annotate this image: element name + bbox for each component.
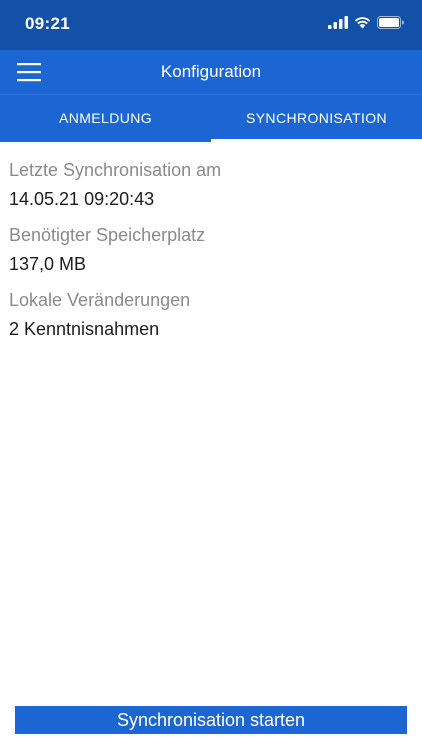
tab-anmeldung[interactable]: ANMELDUNG [0,95,211,142]
local-changes-item: Lokale Veränderungen 2 Kenntnisnahmen [9,286,413,351]
storage-item: Benötigter Speicherplatz 137,0 MB [9,221,413,286]
tab-bar: ANMELDUNG SYNCHRONISATION [0,94,422,142]
storage-label: Benötigter Speicherplatz [9,225,206,245]
selected-tab-indicator [211,139,422,142]
last-sync-value: 14.05.21 09:20:43 [9,189,155,209]
storage-value: 137,0 MB [9,254,87,274]
cellular-signal-icon [328,16,348,29]
last-sync-label: Letzte Synchronisation am [9,160,222,180]
page-title: Konfiguration [160,62,262,81]
status-time: 09:21 [25,14,70,33]
battery-icon [377,16,404,29]
navigation-bar: Konfiguration [0,50,422,94]
sync-info-list: Letzte Synchronisation am 14.05.21 09:20… [9,156,413,351]
status-bar: 09:21 [0,0,422,50]
tab-synchronisation[interactable]: SYNCHRONISATION [211,95,422,142]
local-changes-value: 2 Kenntnisnahmen [9,319,160,339]
local-changes-label: Lokale Veränderungen [9,290,191,310]
wifi-icon [354,17,371,29]
last-sync-item: Letzte Synchronisation am 14.05.21 09:20… [9,156,413,221]
status-icons [328,16,404,29]
start-sync-button[interactable]: Synchronisation starten [15,706,407,734]
